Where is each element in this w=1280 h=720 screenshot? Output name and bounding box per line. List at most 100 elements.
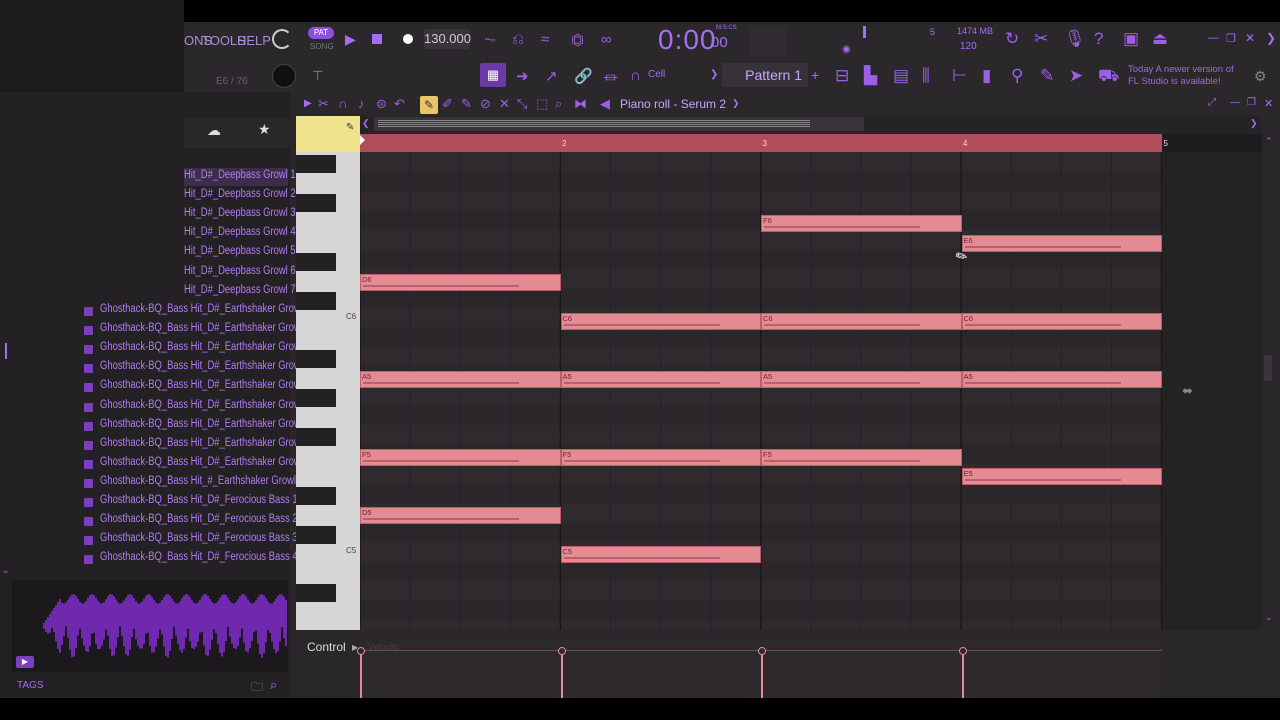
gear-icon[interactable]: ⚙: [1254, 68, 1267, 85]
countdown-icon[interactable]: ≈: [541, 31, 549, 48]
tool-playback-icon[interactable]: ⧓: [574, 96, 587, 112]
detach-icon[interactable]: ⤢: [1208, 97, 1216, 108]
note-e5[interactable]: E5: [961, 468, 1162, 485]
export-icon[interactable]: ⏏: [1152, 29, 1168, 49]
pr-close-icon[interactable]: ✕: [1264, 97, 1273, 110]
speaker-icon[interactable]: ◀: [600, 96, 610, 112]
tempo-display[interactable]: 130.000: [424, 29, 471, 49]
black-key[interactable]: [296, 389, 336, 407]
pr-minimize-icon[interactable]: —: [1230, 97, 1240, 108]
tool-undo-icon[interactable]: ↶: [394, 96, 405, 112]
browser-item[interactable]: Hit_D#_Deepbass Growl 7: [184, 284, 296, 296]
note-f5[interactable]: F5: [761, 449, 962, 466]
step-edit-icon[interactable]: ⏣: [571, 31, 584, 49]
arrow-right-icon[interactable]: ➜: [516, 67, 529, 85]
browser-item[interactable]: Hit_D#_Deepbass Growl 3: [184, 207, 296, 219]
stop-icon[interactable]: [372, 34, 382, 44]
note-a5[interactable]: A5: [961, 371, 1162, 388]
mixer-icon[interactable]: ⫼: [922, 66, 930, 86]
master-volume-knob[interactable]: [272, 29, 292, 49]
loop-record-icon[interactable]: ∞: [601, 31, 612, 48]
tool-magnet-icon[interactable]: ∩: [338, 96, 347, 111]
black-key[interactable]: [296, 584, 336, 602]
velocity-stem[interactable]: [961, 652, 964, 698]
tool-slice-icon[interactable]: ✕: [499, 96, 510, 112]
browser-item[interactable]: Hit_D#_Deepbass Growl 6: [184, 265, 296, 277]
tool-zoom-box-icon[interactable]: ⬚: [536, 96, 548, 112]
black-key[interactable]: [296, 350, 336, 368]
browser-item[interactable]: Ghosthack-BQ_Bass Hit_D#_Earthshaker Gro…: [100, 456, 311, 468]
velocity-handle[interactable]: [357, 647, 365, 655]
browser-item[interactable]: Ghosthack-BQ_Bass Hit_D#_Earthshaker Gro…: [100, 399, 311, 411]
browser-item[interactable]: Hit_D#_Deepbass Growl 1: [184, 169, 296, 181]
tool-icon[interactable]: ✎: [1040, 66, 1054, 86]
star-icon[interactable]: ★: [258, 121, 271, 138]
note-c6[interactable]: C6: [761, 313, 962, 330]
title-arrow-icon[interactable]: ❯: [732, 98, 740, 109]
browser-item[interactable]: Ghosthack-BQ_Bass Hit_D#_Earthshaker Gro…: [100, 322, 311, 334]
magnet-icon[interactable]: ∩: [630, 67, 641, 84]
note-c6[interactable]: C6: [961, 313, 1162, 330]
browser-item[interactable]: Ghosthack-BQ_Bass Hit_D#_Earthshaker Gro…: [100, 418, 311, 430]
tool-draw-icon[interactable]: ✂: [318, 96, 329, 112]
note-f5[interactable]: F5: [560, 449, 761, 466]
browser-item[interactable]: Hit_D#_Deepbass Growl 2: [184, 188, 296, 200]
note-f6[interactable]: F6: [761, 215, 962, 232]
note-d5[interactable]: D5: [360, 507, 561, 524]
piano-roll-toggle-icon[interactable]: ▦: [480, 63, 506, 87]
waveform-preview[interactable]: [12, 580, 288, 672]
play-icon[interactable]: ▶: [345, 31, 356, 48]
search-icon[interactable]: ⌕: [270, 677, 277, 693]
note-a5[interactable]: A5: [360, 371, 561, 388]
scrollbar-thumb[interactable]: [378, 120, 810, 127]
black-key[interactable]: [296, 291, 336, 310]
metronome-icon[interactable]: ⏦: [484, 31, 496, 48]
note-c6[interactable]: C6: [560, 313, 761, 330]
scroll-down-icon[interactable]: ⌄: [1265, 612, 1273, 623]
scroll-right-icon[interactable]: ❯: [1250, 118, 1258, 129]
link-icon[interactable]: 🔗: [574, 67, 593, 85]
preview-play-icon[interactable]: ▶: [16, 656, 34, 668]
browser-item[interactable]: Ghosthack-BQ_Bass Hit_D#_Earthshaker Gro…: [100, 341, 311, 353]
browser-item[interactable]: Hit_D#_Deepbass Growl 4: [184, 226, 296, 238]
browser-item[interactable]: Ghosthack-BQ_Bass Hit_D#_Ferocious Bass …: [100, 513, 298, 525]
scroll-left-icon[interactable]: ❮: [362, 118, 370, 129]
news-panel[interactable]: Today A newer version of FL Studio is ava…: [1128, 64, 1234, 88]
browser-item[interactable]: Ghosthack-BQ_Bass Hit_D#_Earthshaker Gro…: [100, 437, 311, 449]
cart-icon[interactable]: ⛟: [1098, 66, 1119, 88]
pitch-slider-icon[interactable]: ⊤: [312, 68, 323, 84]
browser-item[interactable]: Ghosthack-BQ_Bass Hit_D#_Earthshaker Gro…: [100, 360, 311, 372]
close-icon[interactable]: ✕: [1245, 31, 1255, 45]
note-e6[interactable]: E6: [961, 235, 1162, 252]
black-key[interactable]: [296, 428, 336, 446]
midi-icon[interactable]: ➤: [1069, 66, 1083, 86]
help-icon[interactable]: ?: [1094, 29, 1103, 49]
tool-mute-icon[interactable]: ⊘: [480, 96, 491, 112]
pat-mode-button[interactable]: PAT: [308, 27, 334, 39]
velocity-stem[interactable]: [761, 652, 763, 698]
stamp-icon[interactable]: ⏛: [603, 67, 618, 88]
save-icon[interactable]: ▣: [1123, 29, 1139, 49]
browser-item[interactable]: Hit_D#_Deepbass Growl 5: [184, 245, 296, 257]
undo-history-icon[interactable]: ↻: [1005, 29, 1019, 49]
cloud-icon[interactable]: ☁: [207, 122, 221, 139]
chevron-down-icon[interactable]: ⌄: [2, 565, 10, 576]
project-icon[interactable]: ▮: [982, 66, 991, 86]
browser-icon[interactable]: ⊢: [952, 66, 967, 86]
chevron-right-icon[interactable]: ❯: [1266, 31, 1276, 45]
note-a5[interactable]: A5: [761, 371, 962, 388]
velocity-stem[interactable]: [360, 652, 362, 698]
wait-input-icon[interactable]: ⎌: [512, 31, 524, 48]
note-c5[interactable]: C5: [560, 546, 761, 563]
browser-item[interactable]: Ghosthack-BQ_Bass Hit_D#_Ferocious Bass …: [100, 551, 298, 563]
browser-item[interactable]: Ghosthack-BQ_Bass Hit_D#_Earthshaker Gro…: [100, 303, 311, 315]
plugin-db-icon[interactable]: ⚲: [1011, 66, 1023, 86]
snap-selector[interactable]: Cell: [648, 69, 665, 80]
folder-icon[interactable]: 🗀: [251, 678, 263, 699]
playhead-marker[interactable]: [360, 135, 365, 145]
maximize-icon[interactable]: ❐: [1226, 32, 1236, 45]
note-grid[interactable]: F6 E6 D6 C6 C6 C6 A5 A5 A5 A5 F5 F5 F5 E5 D5 C5: [360, 152, 1162, 630]
song-time[interactable]: 0:00: [658, 24, 717, 56]
note-a5[interactable]: A5: [560, 371, 761, 388]
record-icon[interactable]: [403, 34, 413, 44]
